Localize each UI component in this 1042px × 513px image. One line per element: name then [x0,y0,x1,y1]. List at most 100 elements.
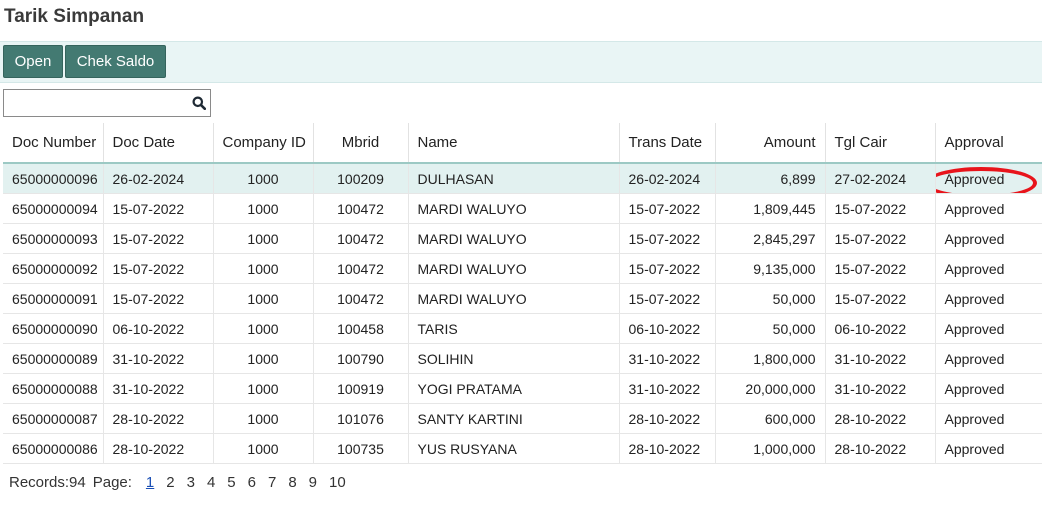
column-header-tgl-cair[interactable]: Tgl Cair [824,123,935,164]
cell-trans-date: 26-02-2024 [618,163,715,194]
cell-doc-date: 15-07-2022 [102,223,213,254]
cell-tgl-cair: 06-10-2022 [824,313,935,344]
cell-approval: Approved [934,163,1042,194]
page-link-4[interactable]: 4 [207,474,215,491]
cell-tgl-cair: 15-07-2022 [824,253,935,284]
cell-approval: Approved [934,223,1042,254]
page-link-1[interactable]: 1 [146,474,154,491]
cell-mbrid: 101076 [312,403,408,434]
cell-name: MARDI WALUYO [407,253,619,284]
column-header-company-id[interactable]: Company ID [212,123,313,164]
page-link-6[interactable]: 6 [248,474,256,491]
cell-name: MARDI WALUYO [407,223,619,254]
search-icon[interactable] [192,96,206,110]
cell-doc-number: 65000000089 [3,343,103,374]
cell-approval: Approved [934,193,1042,224]
table-row[interactable]: 65000000092 15-07-2022 1000 100472 MARDI WAL… [3,253,1042,284]
cell-doc-date: 06-10-2022 [102,313,213,344]
cell-tgl-cair: 28-10-2022 [824,403,935,434]
chek-saldo-button[interactable]: Chek Saldo [65,45,166,78]
records-count: Records:94 [9,474,86,491]
page-link-10[interactable]: 10 [329,474,346,491]
cell-approval: Approved [934,253,1042,284]
cell-tgl-cair: 31-10-2022 [824,373,935,404]
cell-company-id: 1000 [212,403,313,434]
pager: Records:94 Page: 1 2 3 4 5 6 7 8 9 10 [9,474,346,491]
cell-company-id: 1000 [212,433,313,464]
table-row[interactable]: 65000000086 28-10-2022 1000 100735 YUS RUSYA… [3,433,1042,464]
column-header-mbrid[interactable]: Mbrid [312,123,408,164]
cell-name: YOGI PRATAMA [407,373,619,404]
cell-doc-date: 31-10-2022 [102,343,213,374]
cell-approval: Approved [934,403,1042,434]
cell-doc-date: 28-10-2022 [102,433,213,464]
cell-amount: 1,800,000 [714,343,825,374]
table-row[interactable]: 65000000089 31-10-2022 1000 100790 SOLIHIN 31… [3,343,1042,374]
column-header-doc-number[interactable]: Doc Number [3,123,103,164]
cell-amount: 1,809,445 [714,193,825,224]
cell-amount: 6,899 [714,163,825,194]
cell-mbrid: 100472 [312,223,408,254]
page-link-3[interactable]: 3 [187,474,195,491]
table-row[interactable]: 65000000091 15-07-2022 1000 100472 MARDI WAL… [3,283,1042,314]
cell-amount: 9,135,000 [714,253,825,284]
cell-doc-date: 15-07-2022 [102,253,213,284]
data-table: Doc Number Doc Date Company ID Mbrid Name Tra… [3,123,1042,464]
table-row[interactable]: 65000000088 31-10-2022 1000 100919 YOGI PRAT… [3,373,1042,404]
cell-amount: 50,000 [714,313,825,344]
cell-doc-number: 65000000090 [3,313,103,344]
cell-tgl-cair: 28-10-2022 [824,433,935,464]
cell-doc-number: 65000000088 [3,373,103,404]
cell-doc-date: 26-02-2024 [102,163,213,194]
open-button[interactable]: Open [3,45,63,78]
page-link-9[interactable]: 9 [309,474,317,491]
page-links: 1 2 3 4 5 6 7 8 9 10 [132,474,346,491]
cell-company-id: 1000 [212,313,313,344]
page-label: Page: [92,474,132,491]
cell-company-id: 1000 [212,193,313,224]
page-link-7[interactable]: 7 [268,474,276,491]
cell-amount: 600,000 [714,403,825,434]
cell-approval: Approved [934,283,1042,314]
table-row[interactable]: 65000000093 15-07-2022 1000 100472 MARDI WAL… [3,223,1042,254]
cell-company-id: 1000 [212,343,313,374]
column-header-trans-date[interactable]: Trans Date [618,123,715,164]
table-row[interactable]: 65000000087 28-10-2022 1000 101076 SANTY KAR… [3,403,1042,434]
cell-trans-date: 31-10-2022 [618,343,715,374]
cell-trans-date: 15-07-2022 [618,283,715,314]
page-link-8[interactable]: 8 [288,474,296,491]
table-row[interactable]: 65000000094 15-07-2022 1000 100472 MARDI WAL… [3,193,1042,224]
column-header-name[interactable]: Name [407,123,619,164]
column-header-amount[interactable]: Amount [714,123,825,164]
cell-company-id: 1000 [212,163,313,194]
cell-amount: 1,000,000 [714,433,825,464]
cell-company-id: 1000 [212,253,313,284]
cell-approval: Approved [934,343,1042,374]
page-link-2[interactable]: 2 [166,474,174,491]
column-header-approval[interactable]: Approval [934,123,1042,164]
cell-mbrid: 100735 [312,433,408,464]
cell-name: SANTY KARTINI [407,403,619,434]
page-link-5[interactable]: 5 [227,474,235,491]
search-input[interactable] [4,90,184,116]
cell-name: MARDI WALUYO [407,193,619,224]
cell-trans-date: 28-10-2022 [618,433,715,464]
table-body: 65000000096 26-02-2024 1000 100209 DULHASAN 2… [3,163,1042,464]
cell-trans-date: 15-07-2022 [618,223,715,254]
cell-approval-text: Approved [936,166,1037,193]
cell-trans-date: 31-10-2022 [618,373,715,404]
table-row[interactable]: 65000000096 26-02-2024 1000 100209 DULHASAN 2… [3,163,1042,194]
cell-mbrid: 100472 [312,193,408,224]
cell-doc-date: 31-10-2022 [102,373,213,404]
cell-mbrid: 100919 [312,373,408,404]
cell-mbrid: 100790 [312,343,408,374]
cell-doc-number: 65000000096 [3,163,103,194]
cell-name: TARIS [407,313,619,344]
toolbar: Open Chek Saldo [0,41,1042,83]
cell-name: DULHASAN [407,163,619,194]
cell-tgl-cair: 27-02-2024 [824,163,935,194]
cell-name: MARDI WALUYO [407,283,619,314]
column-header-doc-date[interactable]: Doc Date [102,123,213,164]
cell-amount: 50,000 [714,283,825,314]
table-row[interactable]: 65000000090 06-10-2022 1000 100458 TARIS 06-1… [3,313,1042,344]
